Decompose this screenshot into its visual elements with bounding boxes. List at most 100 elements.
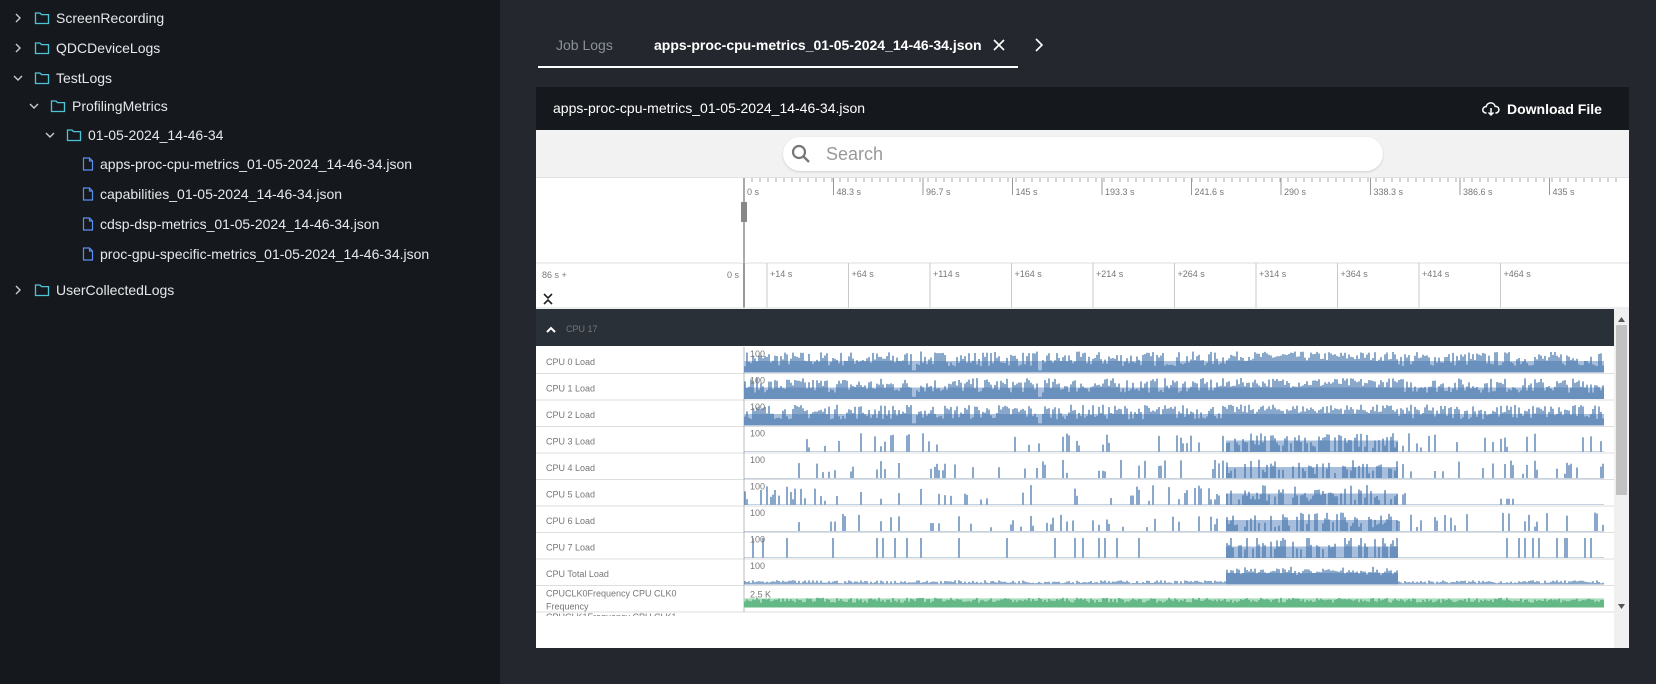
viewer-header: apps-proc-cpu-metrics_01-05-2024_14-46-3…: [536, 87, 1629, 130]
cpu-group-header[interactable]: [536, 309, 1614, 346]
search-placeholder: Search: [826, 144, 884, 164]
tab-json-file[interactable]: apps-proc-cpu-metrics_01-05-2024_14-46-3…: [654, 22, 1006, 68]
folder-icon: [66, 129, 82, 142]
folder-icon: [34, 42, 50, 55]
chevron-down-icon[interactable]: [28, 100, 40, 112]
tree-item-label: apps-proc-cpu-metrics_01-05-2024_14-46-3…: [100, 156, 413, 172]
tree-folder-item[interactable]: UserCollectedLogs: [0, 276, 174, 304]
tree-file-item[interactable]: apps-proc-cpu-metrics_01-05-2024_14-46-3…: [0, 150, 412, 178]
chevron-right-icon: [1035, 38, 1044, 52]
partial-row-mask: [536, 616, 1614, 622]
track-max-label: 100: [750, 402, 765, 412]
tree-item-label: cdsp-dsp-metrics_01-05-2024_14-46-34.jso…: [100, 216, 380, 232]
track-max-label: 100: [750, 455, 765, 465]
zoom-tick-label: +164 s: [1015, 269, 1043, 279]
track-label: CPU 3 Load: [546, 437, 595, 447]
tabs-scroll-right-button[interactable]: [1030, 34, 1048, 56]
tab-json-file-label: apps-proc-cpu-metrics_01-05-2024_14-46-3…: [654, 37, 982, 53]
overview-handle[interactable]: [741, 202, 747, 222]
tree-item-label: proc-gpu-specific-metrics_01-05-2024_14-…: [100, 246, 430, 262]
chevron-right-icon[interactable]: [12, 42, 24, 54]
search-input[interactable]: Search: [783, 137, 1383, 171]
track-area-fill: [744, 598, 1604, 608]
cloud-download-icon: [1482, 102, 1500, 117]
tab-bar: Job Logs apps-proc-cpu-metrics_01-05-202…: [538, 22, 1038, 68]
overview-tick-label: 290 s: [1284, 187, 1307, 197]
file-icon: [82, 187, 94, 201]
tree-file-item[interactable]: cdsp-dsp-metrics_01-05-2024_14-46-34.jso…: [0, 210, 379, 238]
active-tab-indicator: [538, 66, 1018, 68]
track-label-cont: Frequency: [546, 602, 589, 612]
overview-tick-label: 193.3 s: [1105, 187, 1135, 197]
tree-item-label: ScreenRecording: [56, 10, 165, 26]
track-area-fill: [744, 387, 1604, 399]
zoom-tick-label: +464 s: [1504, 269, 1532, 279]
track-area-fill: [744, 413, 1604, 426]
chevron-down-icon[interactable]: [44, 129, 56, 141]
folder-icon: [50, 100, 66, 113]
tree-file-item[interactable]: proc-gpu-specific-metrics_01-05-2024_14-…: [0, 240, 429, 268]
zoom-tick-label: +264 s: [1178, 269, 1206, 279]
close-icon[interactable]: [992, 38, 1006, 52]
viewer-filename: apps-proc-cpu-metrics_01-05-2024_14-46-3…: [553, 100, 866, 116]
zoom-tick-label: +364 s: [1341, 269, 1369, 279]
folder-icon: [34, 72, 50, 85]
track-series: [744, 512, 1604, 532]
file-icon: [82, 247, 94, 261]
track-label: CPU 2 Load: [546, 410, 595, 420]
tab-job-logs[interactable]: Job Logs: [556, 22, 613, 68]
track-series: [744, 566, 1604, 585]
tree-folder-item[interactable]: ProfilingMetrics: [0, 92, 168, 120]
download-file-label: Download File: [1507, 101, 1602, 117]
tree-folder-item[interactable]: 01-05-2024_14-46-34: [0, 121, 223, 149]
track-label: CPU 4 Load: [546, 463, 595, 473]
tab-job-logs-label: Job Logs: [556, 37, 613, 53]
overview-tick-label: 241.6 s: [1195, 187, 1225, 197]
chevron-right-icon[interactable]: [12, 12, 24, 24]
tree-item-label: QDCDeviceLogs: [56, 40, 161, 56]
track-series: [744, 433, 1604, 452]
track-max-label: 100: [750, 482, 765, 492]
search-bar: Search: [536, 130, 1629, 178]
track-area-fill: [1226, 466, 1398, 479]
track-label: CPU Total Load: [546, 569, 609, 579]
zoom-tick-label: +314 s: [1259, 269, 1287, 279]
scrollbar-thumb[interactable]: [1616, 325, 1627, 495]
tree-folder-item[interactable]: QDCDeviceLogs: [0, 34, 160, 62]
zoom-tick-label: +214 s: [1096, 269, 1124, 279]
tree-folder-item[interactable]: ScreenRecording: [0, 4, 164, 32]
track-label: CPU 7 Load: [546, 543, 595, 553]
json-viewer: apps-proc-cpu-metrics_01-05-2024_14-46-3…: [536, 87, 1629, 648]
chevron-right-icon[interactable]: [12, 284, 24, 296]
tree-file-item[interactable]: capabilities_01-05-2024_14-46-34.json: [0, 180, 342, 208]
timeline-svg: 0 s 48.3 s 96.7 s 145 s 193.3 s 241.6 s 290 s 3…: [536, 178, 1629, 648]
track-series: [744, 485, 1604, 505]
track-label: CPUCLK0Frequency CPU CLK0: [546, 589, 677, 599]
tree-folder-item[interactable]: TestLogs: [0, 64, 112, 92]
folder-icon: [34, 12, 50, 25]
overview-tick-label: 386.6 s: [1463, 187, 1493, 197]
tree-item-label: TestLogs: [56, 70, 113, 86]
zoom-tick-label: +414 s: [1422, 269, 1450, 279]
file-icon: [82, 157, 94, 171]
track-label: CPU 6 Load: [546, 516, 595, 526]
span-right-label: 0 s: [727, 270, 740, 280]
track-label: CPU 5 Load: [546, 490, 595, 500]
collapse-toggle-icon[interactable]: [543, 293, 553, 305]
zoom-tick-label: +114 s: [933, 269, 960, 279]
timeline-chart: 0 s 48.3 s 96.7 s 145 s 193.3 s 241.6 s 290 s 3…: [536, 178, 1629, 648]
track-max-label: 100: [750, 561, 765, 571]
zoom-tick-label: +64 s: [852, 269, 875, 279]
overview-tick-label: 96.7 s: [926, 187, 951, 197]
overview-tick-label: 435 s: [1553, 187, 1576, 197]
track-max-label: 100: [750, 535, 765, 545]
track-series: [744, 538, 1604, 558]
tree-item-label: 01-05-2024_14-46-34: [88, 127, 224, 143]
download-file-button[interactable]: Download File: [1482, 97, 1602, 121]
overview-tick-label: 0 s: [747, 187, 760, 197]
overview-tick-label: 48.3 s: [837, 187, 862, 197]
overview-tick-label: 338.3 s: [1374, 187, 1404, 197]
chevron-down-icon[interactable]: [12, 72, 24, 84]
track-max-label: 100: [750, 429, 765, 439]
track-max-label: 2.5 K: [750, 590, 771, 600]
